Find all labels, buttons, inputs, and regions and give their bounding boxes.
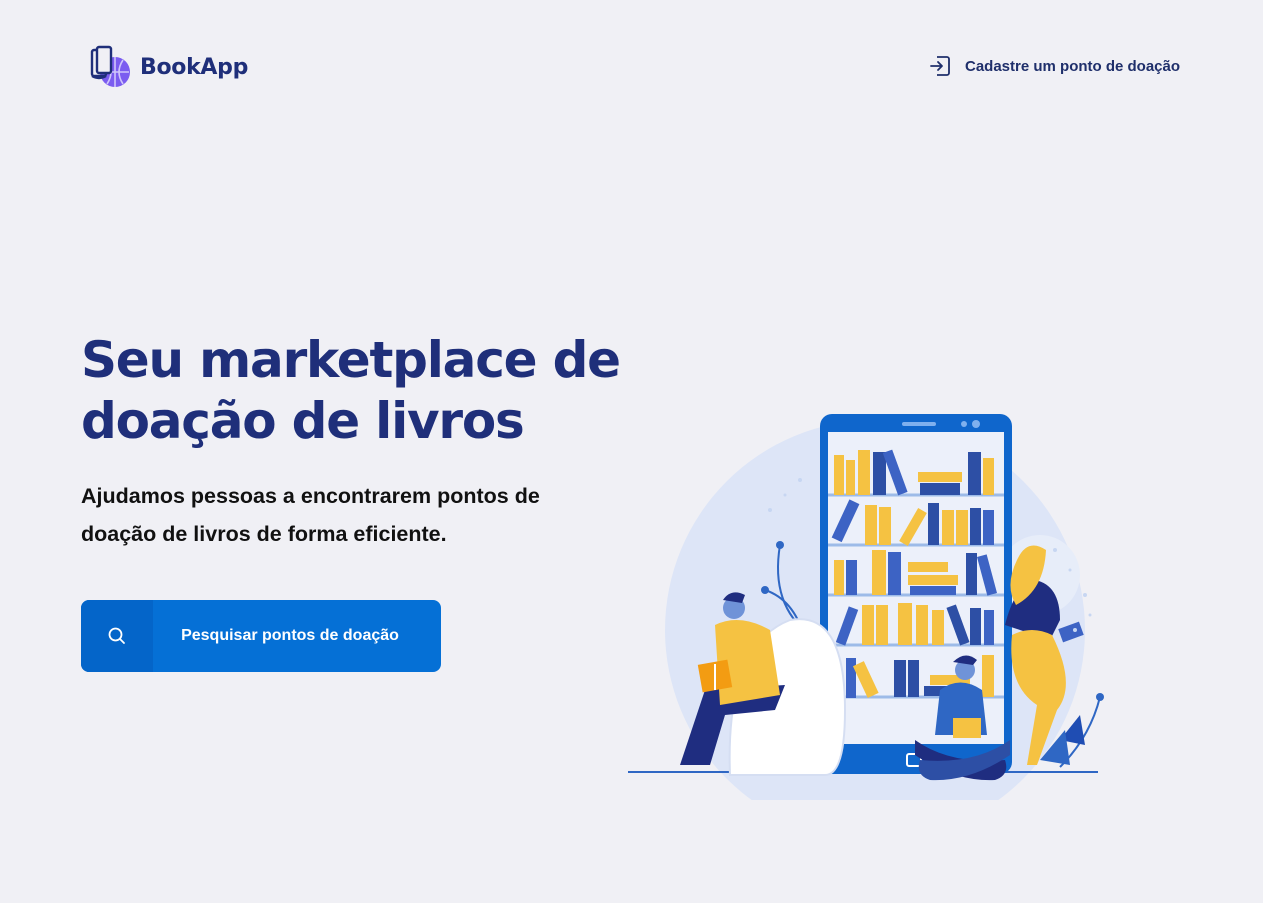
search-button-label: Pesquisar pontos de doação [181, 627, 399, 644]
search-button-icon-box [81, 600, 153, 672]
brand-logo[interactable]: BookApp [88, 44, 248, 90]
hero-subtitle: Ajudamos pessoas a encontrarem pontos de… [81, 484, 540, 546]
search-donation-points-button[interactable]: Pesquisar pontos de doação [81, 600, 441, 672]
log-in-icon [930, 56, 950, 76]
register-donation-point-link[interactable]: Cadastre um ponto de doação [929, 54, 1180, 78]
register-link-label: Cadastre um ponto de doação [965, 57, 1181, 75]
search-icon [108, 627, 125, 644]
book-globe-logo-icon [90, 45, 130, 87]
people-reading-illustration [628, 414, 1104, 800]
hero-title: Seu marketplace de doação de livros [81, 331, 621, 450]
brand-name: BookApp [140, 54, 249, 80]
